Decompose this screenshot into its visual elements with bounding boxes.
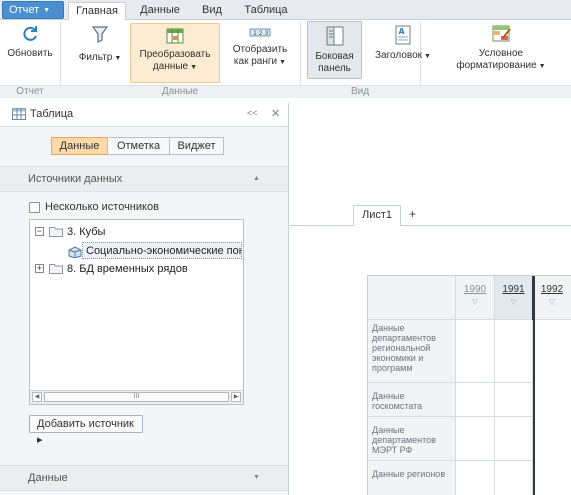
year-label: 1992 bbox=[540, 284, 564, 295]
table-cell[interactable] bbox=[495, 320, 533, 383]
chevron-down-icon[interactable]: ▼ bbox=[253, 474, 260, 481]
scroll-right-icon[interactable]: ▶ bbox=[231, 392, 241, 402]
chevron-down-icon: ▼ bbox=[190, 64, 198, 71]
multiple-sources-label: Несколько источников bbox=[45, 201, 159, 213]
data-sources-section-header[interactable]: Источники данных bbox=[0, 166, 288, 192]
table-cell[interactable] bbox=[495, 461, 533, 495]
svg-text:1 2 3: 1 2 3 bbox=[253, 30, 268, 37]
tab-data[interactable]: Данные bbox=[134, 2, 186, 20]
data-sources-section-title: Источники данных bbox=[28, 173, 123, 185]
chevron-down-icon: ▼ bbox=[279, 59, 287, 66]
ranks-label-2: как ранги bbox=[233, 56, 278, 67]
chevron-down-icon: ▼ bbox=[538, 63, 546, 70]
conditional-formatting-button[interactable]: Условное форматирование ▼ bbox=[446, 24, 556, 73]
ranks-label-1: Отобразить bbox=[232, 44, 288, 55]
filter-icon[interactable]: ▽ bbox=[533, 297, 571, 306]
row-header[interactable]: Данные департаментов региональной эконом… bbox=[368, 320, 456, 383]
chevron-up-icon[interactable]: ▲ bbox=[253, 175, 260, 182]
data-section-title: Данные bbox=[28, 472, 68, 484]
refresh-label: Обновить bbox=[7, 48, 53, 59]
transform-data-button[interactable]: Преобразовать данные ▼ bbox=[130, 23, 220, 83]
table-icon bbox=[12, 108, 26, 120]
tab-table[interactable]: Таблица bbox=[240, 2, 292, 20]
side-panel-button[interactable]: Боковая панель bbox=[307, 21, 362, 79]
side-panel-title: Таблица bbox=[30, 108, 74, 120]
conditional-formatting-label-2: форматирование bbox=[456, 60, 537, 71]
tab-view[interactable]: Вид bbox=[196, 2, 228, 20]
side-panel-icon bbox=[326, 26, 343, 46]
row-header[interactable]: Данные регионов bbox=[368, 461, 456, 495]
row-header[interactable]: Данные департаментов МЭРТ РФ bbox=[368, 417, 456, 461]
scrollbar-grip: III bbox=[133, 393, 140, 400]
table-cell[interactable] bbox=[456, 461, 495, 495]
filter-icon[interactable]: ▽ bbox=[456, 297, 494, 306]
filter-icon[interactable]: ▽ bbox=[495, 297, 532, 306]
scroll-left-icon[interactable]: ◀ bbox=[32, 392, 42, 402]
filter-label: Фильтр bbox=[78, 52, 113, 63]
tree-node-timeseries-db[interactable]: 8. БД временных рядов bbox=[67, 261, 188, 277]
transform-label-2: данные bbox=[152, 61, 189, 72]
refresh-icon bbox=[23, 26, 37, 41]
ranks-icon: 1 2 3 bbox=[249, 28, 271, 37]
filter-button[interactable]: Фильтр ▼ bbox=[74, 24, 126, 65]
column-header-1990[interactable]: 1990 ▽ bbox=[456, 276, 495, 320]
side-panel-label-1: Боковая bbox=[315, 51, 354, 62]
chevron-down-icon: ▼ bbox=[424, 53, 431, 60]
table-corner bbox=[368, 276, 456, 320]
cube-icon bbox=[68, 246, 82, 258]
collapse-panel-button[interactable]: << bbox=[247, 108, 258, 118]
show-ranks-button[interactable]: 1 2 3 Отобразить как ранги ▼ bbox=[228, 24, 292, 69]
group-label-report: Отчет bbox=[16, 86, 44, 97]
chevron-down-icon: ▼ bbox=[43, 7, 51, 14]
data-section-header[interactable]: Данные bbox=[0, 465, 288, 491]
expand-node-icon[interactable]: + bbox=[35, 264, 44, 273]
filter-icon bbox=[91, 26, 109, 43]
tree-node-cubes[interactable]: 3. Кубы bbox=[67, 224, 105, 240]
report-menu-button[interactable]: Отчет ▼ bbox=[2, 1, 64, 19]
tree-node-socioeconomic-cube[interactable]: Социально-экономические показ bbox=[82, 242, 242, 259]
table-cell[interactable] bbox=[495, 383, 533, 417]
group-label-view: Вид bbox=[350, 86, 370, 97]
add-source-button[interactable]: Добавить источник ▸ bbox=[29, 415, 143, 446]
refresh-button[interactable]: Обновить bbox=[4, 24, 56, 60]
year-label: 1991 bbox=[502, 284, 525, 295]
tree-node-socioeconomic-label: Социально-экономические показ bbox=[86, 245, 242, 257]
table-cell[interactable] bbox=[456, 320, 495, 383]
chevron-down-icon: ▼ bbox=[114, 55, 122, 62]
header-icon: A bbox=[395, 25, 411, 45]
add-sheet-button[interactable]: + bbox=[409, 207, 416, 221]
header-label: Заголовок bbox=[375, 50, 423, 61]
table-transform-icon bbox=[166, 28, 184, 44]
group-label-data: Данные bbox=[161, 86, 199, 97]
app-window: Отчет ▼ Главная Данные Вид Таблица Обнови… bbox=[0, 0, 571, 495]
scrollbar-thumb[interactable]: III bbox=[44, 392, 229, 402]
year-label: 1990 bbox=[463, 284, 487, 295]
folder-icon bbox=[49, 264, 63, 274]
folder-icon bbox=[49, 227, 63, 237]
multiple-sources-checkbox[interactable] bbox=[29, 202, 40, 213]
report-menu-label: Отчет bbox=[9, 4, 40, 16]
tab-home[interactable]: Главная bbox=[68, 2, 126, 21]
conditional-formatting-label-1: Условное bbox=[478, 48, 524, 59]
close-panel-button[interactable]: ✕ bbox=[271, 107, 280, 120]
conditional-formatting-icon bbox=[492, 25, 511, 42]
row-header[interactable]: Данные госкомстата bbox=[368, 383, 456, 417]
data-table: 1990 ▽ 1991 ▽ 1992 ▽ Данные департаментов р… bbox=[367, 275, 571, 495]
sheet-tabs-baseline bbox=[290, 225, 571, 226]
table-cell[interactable] bbox=[456, 417, 495, 461]
header-button[interactable]: A Заголовок ▼ bbox=[368, 24, 438, 63]
transform-label-1: Преобразовать bbox=[139, 49, 211, 60]
column-header-1991[interactable]: 1991 ▽ bbox=[495, 276, 533, 320]
table-cell[interactable] bbox=[495, 417, 533, 461]
sheet-tab[interactable]: Лист1 bbox=[353, 205, 401, 226]
segment-widget[interactable]: Виджет bbox=[169, 137, 224, 155]
segment-data[interactable]: Данные bbox=[51, 137, 108, 155]
side-panel-label-2: панель bbox=[318, 63, 351, 74]
table-cell[interactable] bbox=[456, 383, 495, 417]
column-header-1992[interactable]: 1992 ▽ bbox=[533, 276, 571, 320]
segment-selection[interactable]: Отметка bbox=[107, 137, 170, 155]
svg-text:A: A bbox=[399, 27, 406, 36]
collapse-node-icon[interactable]: − bbox=[35, 227, 44, 236]
